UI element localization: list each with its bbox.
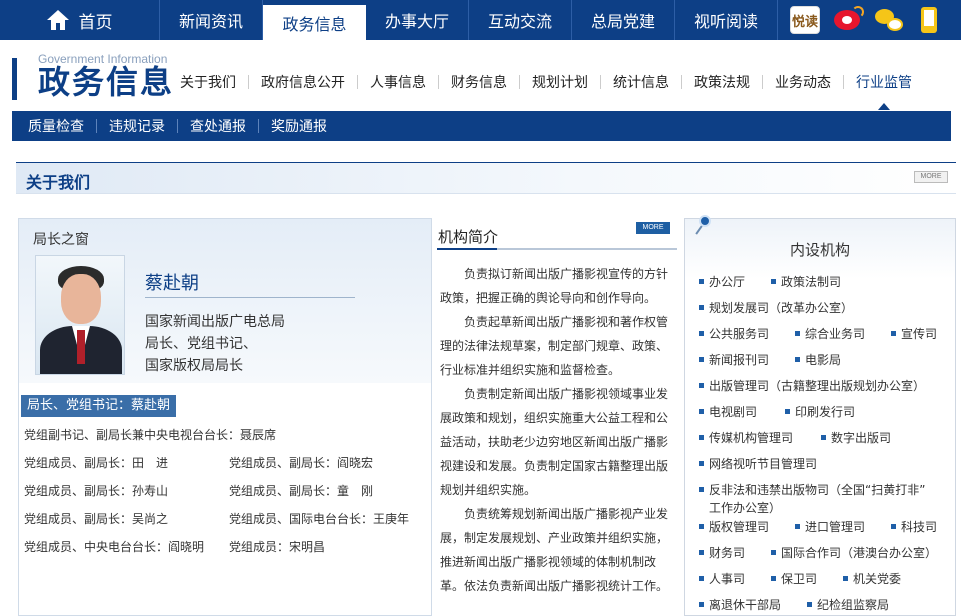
top-navigation: 首页 新闻资讯 政务信息 办事大厅 互动交流 总局党建 视听阅读 悦读 [0, 0, 961, 40]
wechat-icon[interactable] [874, 6, 904, 34]
leader-member[interactable]: 党组成员、副局长：童 刚 [229, 482, 373, 499]
dept-link[interactable]: 科技司 [891, 518, 937, 535]
leader-member[interactable]: 党组副书记、副局长兼中央电视台台长：聂辰席 [24, 426, 276, 443]
reading-app-icon[interactable]: 悦读 [790, 6, 820, 34]
dept-link[interactable]: 电影局 [795, 351, 841, 368]
social-links: 悦读 [778, 0, 961, 40]
intro-paragraph: 负责起草新闻出版广播影视和著作权管理的法律法规草案，制定部门规章、政策、行业标准… [440, 315, 669, 377]
nav-service-hall[interactable]: 办事大厅 [366, 0, 469, 40]
sub-navigation: 质量检查 违规记录 查处通报 奖励通报 [12, 111, 951, 141]
director-title-line: 国家新闻出版广电总局 [145, 314, 285, 330]
subnav-quality-check[interactable]: 质量检查 [16, 116, 96, 136]
name-divider [145, 297, 355, 298]
secnav-supervision[interactable]: 行业监管 [848, 72, 920, 110]
dept-link[interactable]: 宣传司 [891, 325, 937, 342]
secnav-gov-disclosure[interactable]: 政府信息公开 [253, 72, 353, 92]
director-window-title: 局长之窗 [33, 232, 89, 248]
dept-link[interactable]: 出版管理司（古籍整理出版规划办公室） [699, 377, 925, 394]
dept-link[interactable]: 机关党委 [843, 570, 901, 587]
director-name[interactable]: 蔡赴朝 [145, 269, 199, 295]
dept-link[interactable]: 人事司 [699, 570, 745, 587]
dept-link[interactable]: 综合业务司 [795, 325, 865, 342]
logo-chinese: 政务信息 [38, 63, 175, 101]
weibo-icon[interactable] [830, 6, 864, 34]
dept-link[interactable]: 政策法制司 [771, 273, 841, 290]
secnav-finance[interactable]: 财务信息 [443, 72, 515, 92]
nav-interaction[interactable]: 互动交流 [469, 0, 572, 40]
dept-link[interactable]: 国际合作司（港澳台办公室） [771, 544, 937, 561]
section-title: 关于我们 [26, 173, 91, 192]
dept-link[interactable]: 网络视听节目管理司 [699, 455, 817, 472]
dept-link[interactable]: 离退休干部局 [699, 596, 781, 613]
dept-link[interactable]: 纪检组监察局 [807, 596, 889, 613]
dept-link[interactable]: 版权管理司 [699, 518, 769, 535]
nav-party[interactable]: 总局党建 [572, 0, 675, 40]
nav-av-reading[interactable]: 视听阅读 [675, 0, 778, 40]
dept-link[interactable]: 公共服务司 [699, 325, 769, 342]
director-title-line: 局长、党组书记、 [145, 336, 257, 352]
leader-member[interactable]: 党组成员、中央电台台长：阎晓明 [24, 538, 204, 555]
subnav-investigation-notice[interactable]: 查处通报 [178, 116, 258, 136]
departments-title: 内设机构 [789, 241, 850, 259]
departments-panel: 内设机构 办公厅 政策法制司 规划发展司（改革办公室） 公共服务司 综合业务司 … [684, 215, 956, 616]
intro-paragraph: 负责制定新闻出版广播影视领域事业发展政策和规划，组织实施重大公益工程和公益活动，… [440, 387, 669, 497]
leader-member[interactable]: 党组成员、副局长：吴尚之 [24, 510, 168, 527]
director-badge[interactable]: 局长、党组书记：蔡赴朝 [21, 395, 177, 417]
leader-member[interactable]: 党组成员、国际电台台长：王庚年 [229, 510, 409, 527]
nav-home[interactable]: 首页 [0, 0, 160, 40]
leader-member[interactable]: 党组成员、副局长：田 进 [24, 454, 168, 471]
director-card: 局长之窗 蔡赴朝 国家新闻出版广电总局 局长、党组书记、 国家版权局局长 [19, 219, 431, 383]
dept-link[interactable]: 印刷发行司 [785, 403, 855, 420]
section-header: 关于我们 MORE [16, 162, 956, 194]
nav-gov-info[interactable]: 政务信息 [263, 5, 366, 40]
secondary-navigation: 关于我们 政府信息公开 人事信息 财务信息 规划计划 统计信息 政策法规 业务动… [172, 68, 952, 110]
dept-link[interactable]: 保卫司 [771, 570, 817, 587]
intro-panel: 机构简介 MORE 负责拟订新闻出版广播影视宣传的方针政策，把握正确的舆论导向和… [433, 218, 679, 616]
nav-news[interactable]: 新闻资讯 [160, 0, 263, 40]
director-title-line: 国家版权局局长 [145, 358, 243, 374]
section-logo: Government Information 政务信息 [12, 52, 172, 100]
secnav-business[interactable]: 业务动态 [767, 72, 839, 92]
secnav-personnel[interactable]: 人事信息 [362, 72, 434, 92]
dept-link-continued[interactable]: 工作办公室） [699, 499, 781, 516]
leader-member[interactable]: 党组成员、副局长：孙寿山 [24, 482, 168, 499]
pin-icon [699, 215, 711, 227]
leader-member[interactable]: 党组成员：宋明昌 [229, 538, 325, 555]
dept-link[interactable]: 数字出版司 [821, 429, 891, 446]
secnav-policy[interactable]: 政策法规 [686, 72, 758, 92]
dept-link[interactable]: 规划发展司（改革办公室） [699, 299, 853, 316]
intro-divider [437, 248, 677, 250]
intro-paragraph: 负责拟订新闻出版广播影视宣传的方针政策，把握正确的舆论导向和创作导向。 [440, 267, 669, 305]
director-photo[interactable] [35, 255, 125, 375]
intro-more-button[interactable]: MORE [636, 222, 670, 234]
dept-link[interactable]: 电视剧司 [699, 403, 757, 420]
dept-link[interactable]: 反非法和违禁出版物司（全国“扫黄打非” [699, 481, 925, 498]
logo-bar [12, 58, 17, 100]
home-icon [46, 10, 69, 30]
nav-home-label: 首页 [78, 12, 113, 33]
section-more-button[interactable]: MORE [914, 171, 948, 183]
intro-paragraph: 负责统筹规划新闻出版广播影视产业发展，制定发展规划、产业政策并组织实施，推进新闻… [440, 507, 669, 593]
dept-link[interactable]: 进口管理司 [795, 518, 865, 535]
subnav-reward-notice[interactable]: 奖励通报 [259, 116, 339, 136]
secnav-about[interactable]: 关于我们 [172, 72, 244, 92]
secnav-statistics[interactable]: 统计信息 [605, 72, 677, 92]
director-window-panel: 局长之窗 蔡赴朝 国家新闻出版广电总局 局长、党组书记、 国家版权局局长 局长、… [18, 218, 432, 616]
mobile-icon[interactable] [914, 6, 944, 34]
dept-link[interactable]: 传媒机构管理司 [699, 429, 793, 446]
leader-member[interactable]: 党组成员、副局长：阎晓宏 [229, 454, 373, 471]
secnav-planning[interactable]: 规划计划 [524, 72, 596, 92]
subnav-violation-records[interactable]: 违规记录 [97, 116, 177, 136]
dept-link[interactable]: 办公厅 [699, 273, 745, 290]
dept-link[interactable]: 新闻报刊司 [699, 351, 769, 368]
intro-title: 机构简介 [438, 228, 499, 246]
dept-link[interactable]: 财务司 [699, 544, 745, 561]
